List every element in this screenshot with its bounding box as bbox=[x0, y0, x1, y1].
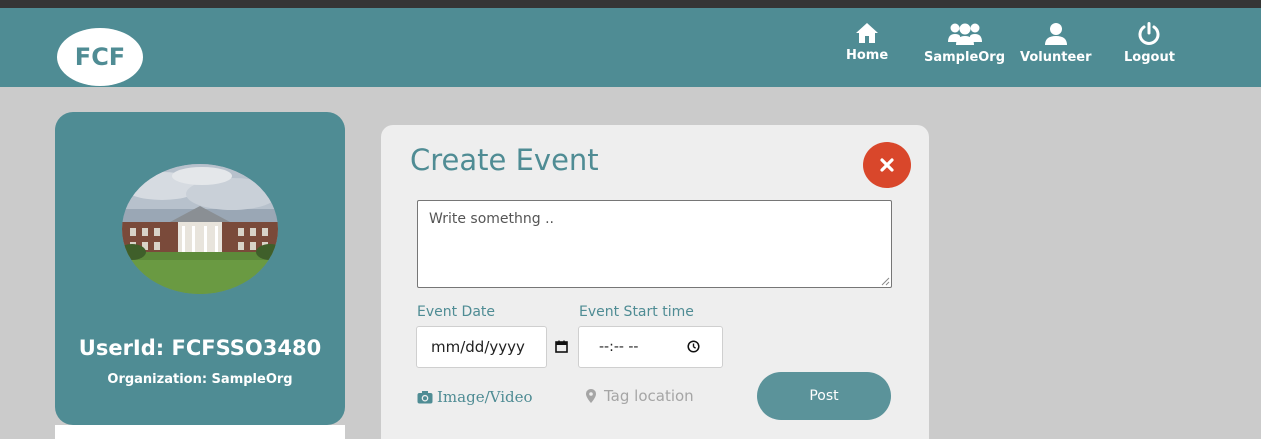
nav-sampleorg-label: SampleOrg bbox=[924, 50, 1006, 65]
home-icon bbox=[856, 23, 879, 43]
image-video-label: Image/Video bbox=[437, 388, 533, 406]
create-event-title: Create Event bbox=[410, 143, 599, 177]
user-icon bbox=[1044, 23, 1067, 45]
power-icon bbox=[1138, 22, 1160, 45]
event-time-placeholder: --:-- -- bbox=[599, 339, 639, 355]
close-button[interactable] bbox=[863, 142, 911, 188]
event-time-input[interactable]: --:-- -- bbox=[578, 326, 723, 368]
event-date-placeholder: mm/dd/yyyy bbox=[431, 338, 525, 356]
camera-icon bbox=[417, 391, 433, 404]
event-date-label: Event Date bbox=[417, 304, 496, 320]
tag-location-button[interactable]: Tag location bbox=[586, 387, 694, 405]
app-logo[interactable]: FCF bbox=[57, 28, 143, 86]
top-strip bbox=[0, 0, 1261, 8]
organization-name: Organization: SampleOrg bbox=[107, 372, 293, 387]
nav-home[interactable]: Home bbox=[846, 22, 888, 63]
nav-home-label: Home bbox=[846, 48, 889, 63]
resize-grip-icon[interactable] bbox=[881, 277, 890, 286]
nav-volunteer-label: Volunteer bbox=[1020, 50, 1092, 65]
group-icon bbox=[947, 23, 982, 45]
profile-card: UserId: FCFSSO3480 Organization: SampleO… bbox=[55, 112, 345, 425]
close-icon bbox=[880, 158, 894, 172]
building-photo bbox=[122, 164, 278, 294]
event-date-input[interactable]: mm/dd/yyyy bbox=[416, 326, 547, 368]
image-video-button[interactable]: Image/Video bbox=[417, 388, 533, 406]
nav-logout-label: Logout bbox=[1124, 50, 1175, 65]
post-button[interactable]: Post bbox=[757, 372, 891, 420]
profile-card-footer bbox=[55, 425, 345, 439]
clock-icon[interactable] bbox=[687, 340, 700, 353]
nav-sampleorg[interactable]: SampleOrg bbox=[924, 22, 1005, 65]
avatar bbox=[122, 164, 278, 294]
event-description-input[interactable] bbox=[417, 200, 892, 288]
tag-location-label: Tag location bbox=[604, 387, 694, 405]
nav-logout[interactable]: Logout bbox=[1124, 22, 1175, 65]
create-event-card: Create Event Event Date Event Start time… bbox=[381, 125, 929, 439]
calendar-icon[interactable] bbox=[555, 340, 568, 353]
user-id: UserId: FCFSSO3480 bbox=[78, 336, 322, 360]
map-pin-icon bbox=[586, 389, 596, 403]
event-time-label: Event Start time bbox=[579, 304, 694, 320]
nav-volunteer[interactable]: Volunteer bbox=[1020, 22, 1092, 65]
navbar: FCF Home SampleOrg Volunteer Logout bbox=[0, 8, 1261, 87]
